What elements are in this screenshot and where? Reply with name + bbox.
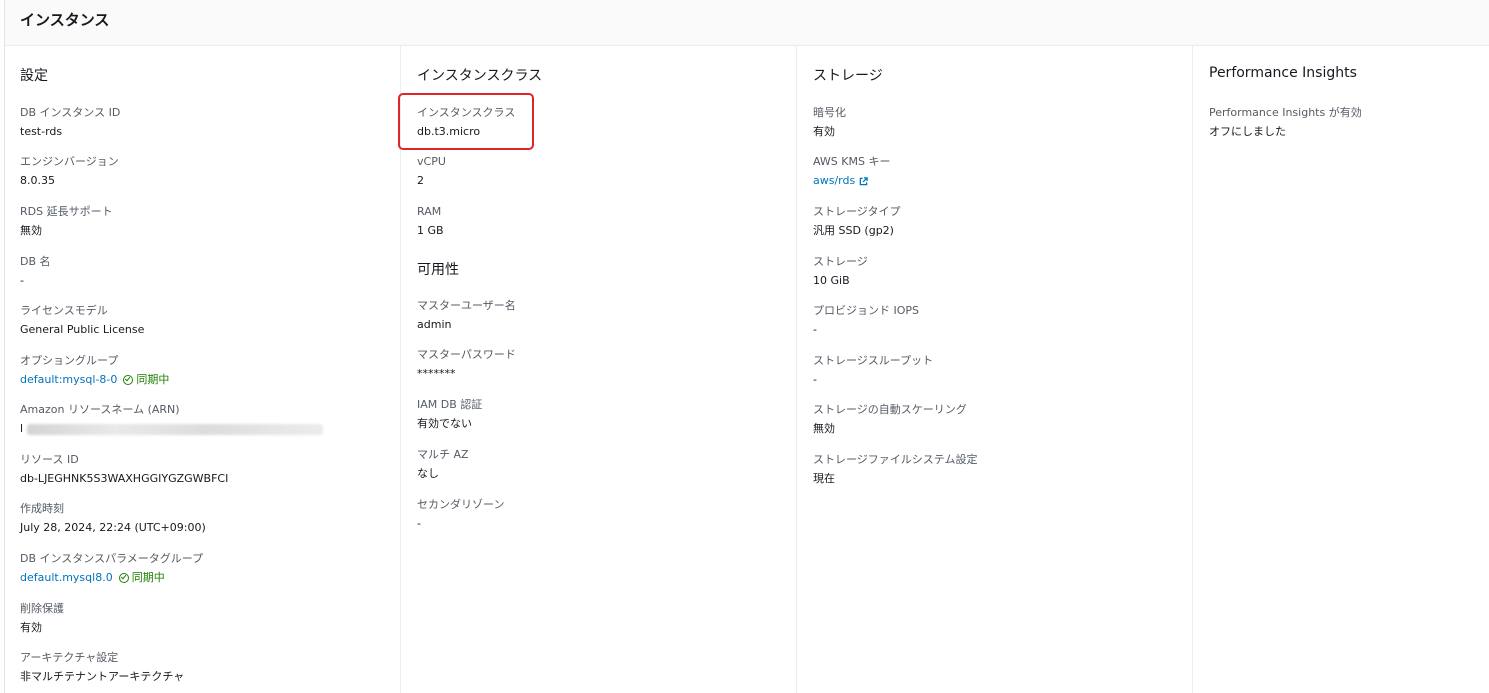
option-group-status: 同期中: [123, 373, 169, 387]
field-storage-throughput: ストレージスループット -: [813, 354, 934, 386]
settings-column: 設定 DB インスタンス ID test-rds エンジンバージョン 8.0.3…: [4, 46, 400, 693]
field-provisioned-iops: プロビジョンド IOPS -: [813, 304, 920, 336]
field-deletion-protection: 削除保護 有効: [20, 602, 64, 634]
panel-title: インスタンス: [20, 11, 110, 29]
field-encryption: 暗号化 有効: [813, 106, 846, 138]
field-parameter-group: DB インスタンスパラメータグループ default.mysql8.0 同期中: [20, 552, 204, 585]
arn-value: l: [20, 422, 24, 435]
field-db-name: DB 名 -: [20, 255, 51, 287]
arn-redacted: [27, 423, 324, 435]
external-link-icon[interactable]: [859, 176, 868, 186]
parameter-group-link[interactable]: default.mysql8.0: [20, 571, 113, 585]
check-circle-icon: [123, 375, 134, 385]
field-storage: ストレージ 10 GiB: [813, 255, 868, 287]
field-secondary-zone: セカンダリゾーン -: [417, 498, 505, 530]
field-storage-autoscaling: ストレージの自動スケーリング 無効: [813, 403, 967, 435]
field-db-instance-id: DB インスタンス ID test-rds: [20, 106, 121, 138]
storage-section-title: ストレージ: [813, 68, 883, 84]
panel-header: インスタンス: [5, 0, 1489, 46]
field-master-username: マスターユーザー名 admin: [417, 299, 516, 331]
field-storage-filesystem: ストレージファイルシステム設定 現在: [813, 453, 978, 485]
field-kms-key: AWS KMS キー aws/rds: [813, 155, 891, 188]
field-resource-id: リソース ID db-LJEGHNK5S3WAXHGGIYGZGWBFCI: [20, 453, 229, 485]
field-architecture: アーキテクチャ設定 非マルチテナントアーキテクチャ: [20, 651, 185, 683]
field-master-password: マスターパスワード *******: [417, 348, 516, 380]
highlight-annotation: [398, 93, 534, 150]
field-performance-insights-enabled: Performance Insights が有効 オフにしました: [1209, 106, 1362, 138]
field-vcpu: vCPU 2: [417, 155, 446, 187]
field-multi-az: マルチ AZ なし: [417, 448, 469, 480]
field-engine-version: エンジンバージョン 8.0.35: [20, 155, 119, 187]
performance-insights-column: Performance Insights Performance Insight…: [1192, 46, 1489, 693]
field-rds-extended-support: RDS 延長サポート 無効: [20, 205, 113, 237]
field-storage-type: ストレージタイプ 汎用 SSD (gp2): [813, 205, 901, 237]
storage-column: ストレージ 暗号化 有効 AWS KMS キー aws/rds ストレージタイプ…: [796, 46, 1192, 693]
field-creation-time: 作成時刻 July 28, 2024, 22:24 (UTC+09:00): [20, 502, 206, 534]
availability-section-title: 可用性: [417, 262, 459, 278]
field-ram: RAM 1 GB: [417, 205, 444, 237]
performance-insights-section-title: Performance Insights: [1209, 65, 1357, 81]
parameter-group-status: 同期中: [118, 571, 165, 585]
kms-key-link[interactable]: aws/rds: [813, 174, 855, 188]
settings-section-title: 設定: [20, 68, 48, 84]
field-license-model: ライセンスモデル General Public License: [20, 304, 145, 336]
field-arn: Amazon リソースネーム (ARN) l: [20, 403, 324, 436]
option-group-link[interactable]: default:mysql-8-0: [20, 373, 117, 387]
instance-class-section-title: インスタンスクラス: [417, 68, 543, 84]
check-circle-icon: [118, 573, 129, 583]
field-option-group: オプショングループ default:mysql-8-0 同期中: [20, 354, 170, 387]
field-iam-db-auth: IAM DB 認証 有効でない: [417, 398, 483, 430]
